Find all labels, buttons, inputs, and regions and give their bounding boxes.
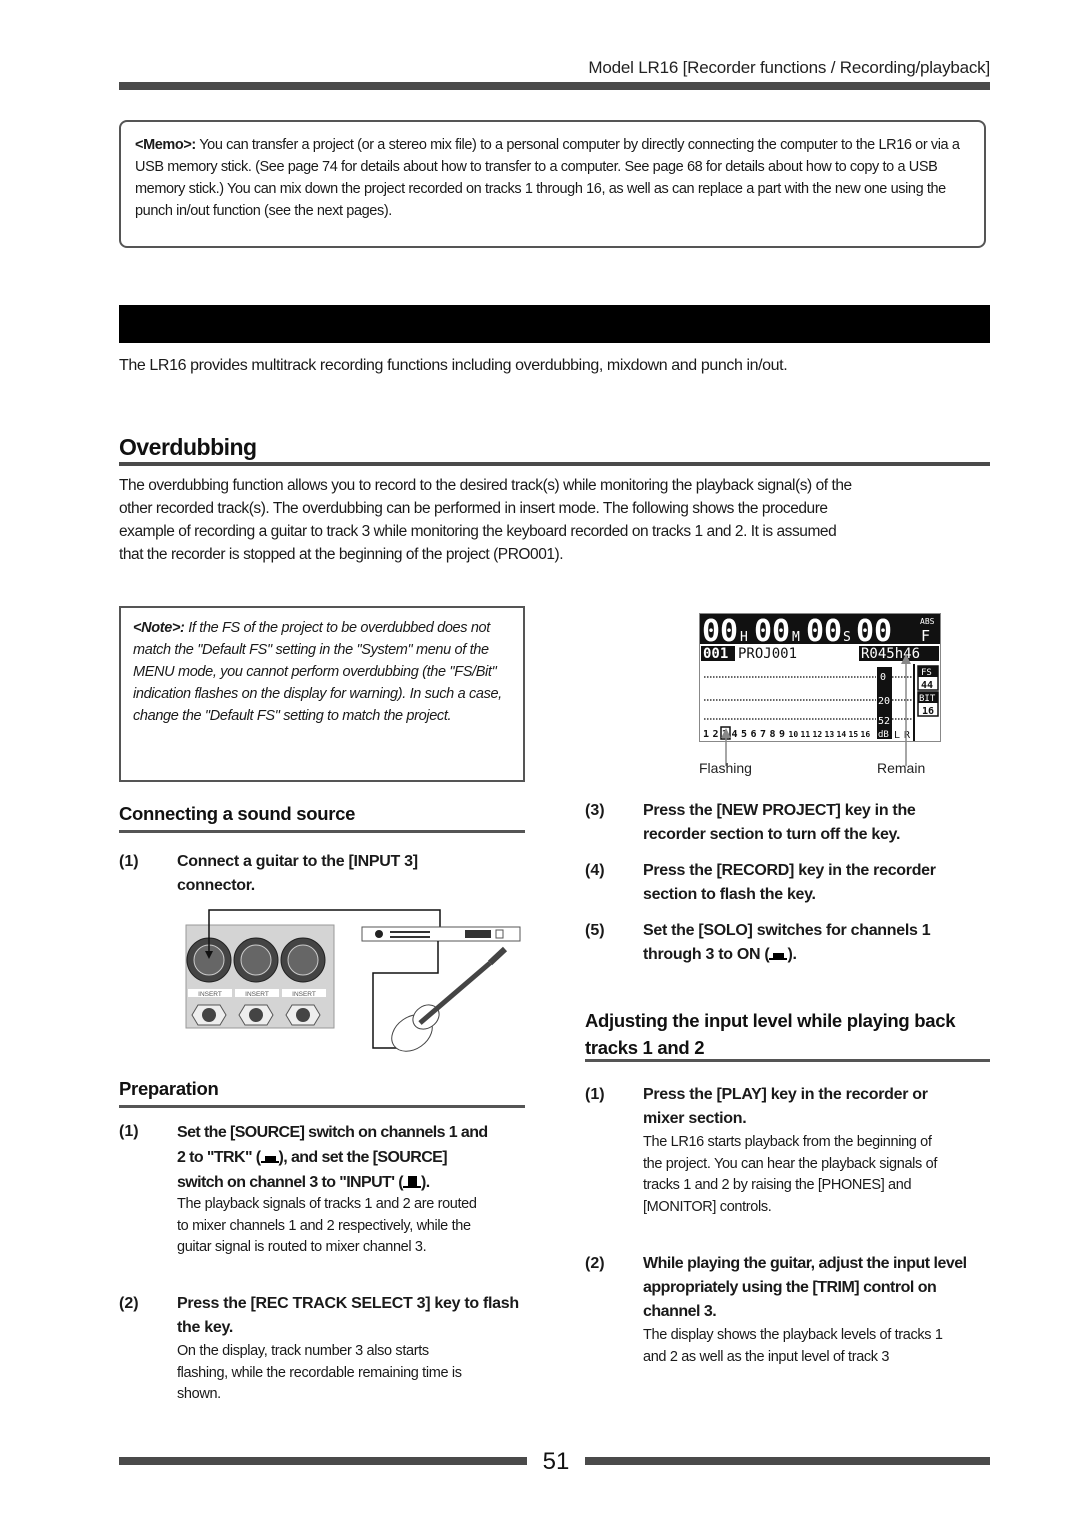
step-title: Set the [SOURCE] switch on channels 1 an… bbox=[177, 1124, 488, 1191]
step-description: The playback signals of tracks 1 and 2 a… bbox=[177, 1196, 477, 1255]
heading-rule bbox=[119, 462, 990, 466]
step-number: (2) bbox=[119, 1295, 139, 1312]
adjusting-rule bbox=[585, 1059, 990, 1062]
step-number: (4) bbox=[585, 862, 605, 879]
step-number: (1) bbox=[119, 853, 139, 870]
step-number: (1) bbox=[119, 1123, 139, 1140]
overdubbing-paragraph: The overdubbing function allows you to r… bbox=[119, 477, 852, 563]
intro-paragraph: The LR16 provides multitrack recording f… bbox=[119, 357, 788, 374]
section-title-bar bbox=[119, 305, 990, 343]
callout-arrows bbox=[721, 654, 911, 766]
remain-arrow-icon bbox=[901, 654, 911, 664]
step-description: The display shows the playback levels of… bbox=[643, 1327, 943, 1365]
adjusting-heading: Adjusting the input level while playing … bbox=[585, 1010, 956, 1058]
note-box: <Note>: If the FS of the project to be o… bbox=[119, 606, 525, 782]
page-number: 51 bbox=[542, 1448, 570, 1475]
step-title: Press the [PLAY] key in the recorder or … bbox=[643, 1086, 928, 1127]
insert-label: INSERT bbox=[245, 991, 269, 998]
insert-label: INSERT bbox=[198, 991, 222, 998]
remain-label: Remain bbox=[877, 760, 926, 776]
note-text: If the FS of the project to be overdubbe… bbox=[133, 620, 502, 724]
footer-rule-right bbox=[585, 1457, 990, 1465]
preparation-heading: Preparation bbox=[119, 1078, 219, 1099]
xlr-jack-2 bbox=[233, 937, 279, 983]
step-number: (5) bbox=[585, 922, 605, 939]
preparation-rule bbox=[119, 1105, 525, 1108]
adjusting-step-2: (2) While playing the guitar, adjust the… bbox=[585, 1252, 995, 1392]
connecting-rule bbox=[119, 830, 525, 833]
footer-rule-left bbox=[119, 1457, 527, 1465]
step-title: Set the [SOLO] switches for channels 1 t… bbox=[643, 922, 931, 963]
overdubbing-heading: Overdubbing bbox=[119, 434, 257, 460]
note-label: <Note>: bbox=[133, 620, 185, 636]
step-title: Press the [RECORD] key in the recorder s… bbox=[643, 862, 936, 903]
connect-step-1: (1) Connect a guitar to the [INPUT 3] co… bbox=[119, 850, 525, 900]
adjusting-step-1: (1) Press the [PLAY] key in the recorder… bbox=[585, 1083, 995, 1243]
step-3: (3) Press the [NEW PROJECT] key in the r… bbox=[585, 799, 990, 849]
preparation-step-2: (2) Press the [REC TRACK SELECT 3] key t… bbox=[119, 1292, 529, 1402]
switch-on-icon bbox=[769, 949, 788, 961]
step-title: Press the [REC TRACK SELECT 3] key to fl… bbox=[177, 1295, 519, 1336]
switch-trk-icon bbox=[260, 1152, 279, 1164]
insert-label: INSERT bbox=[292, 991, 316, 998]
step-title: Connect a guitar to the [INPUT 3] connec… bbox=[177, 853, 418, 894]
flashing-arrow-icon bbox=[721, 728, 731, 738]
guitar-illustration bbox=[391, 946, 508, 1052]
step-title: Press the [NEW PROJECT] key in the recor… bbox=[643, 802, 916, 843]
step-number: (2) bbox=[585, 1255, 605, 1272]
memo-text: You can transfer a project (or a stereo … bbox=[135, 137, 960, 219]
xlr-jack-1 bbox=[280, 937, 326, 983]
step-description: On the display, track number 3 also star… bbox=[177, 1343, 462, 1402]
header-rule bbox=[119, 82, 990, 90]
step-4: (4) Press the [RECORD] key in the record… bbox=[585, 859, 990, 909]
connecting-heading: Connecting a sound source bbox=[119, 803, 356, 824]
step-title: While playing the guitar, adjust the inp… bbox=[643, 1255, 967, 1320]
step-number: (3) bbox=[585, 802, 605, 819]
step-description: The LR16 starts playback from the beginn… bbox=[643, 1134, 938, 1215]
memo-label: <Memo>: bbox=[135, 137, 196, 153]
abs-indicator: ABS bbox=[920, 617, 935, 626]
switch-input-icon bbox=[403, 1176, 421, 1189]
memo-box: <Memo>: You can transfer a project (or a… bbox=[119, 120, 986, 248]
running-header: Model LR16 [Recorder functions / Recordi… bbox=[588, 58, 990, 77]
connection-diagram: INSERT INSERT INSERT bbox=[185, 909, 521, 1052]
step-number: (1) bbox=[585, 1086, 605, 1103]
flashing-label: Flashing bbox=[699, 760, 752, 776]
preparation-step-1: (1) Set the [SOURCE] switch on channels … bbox=[119, 1120, 529, 1280]
step-5: (5) Set the [SOLO] switches for channels… bbox=[585, 919, 990, 969]
